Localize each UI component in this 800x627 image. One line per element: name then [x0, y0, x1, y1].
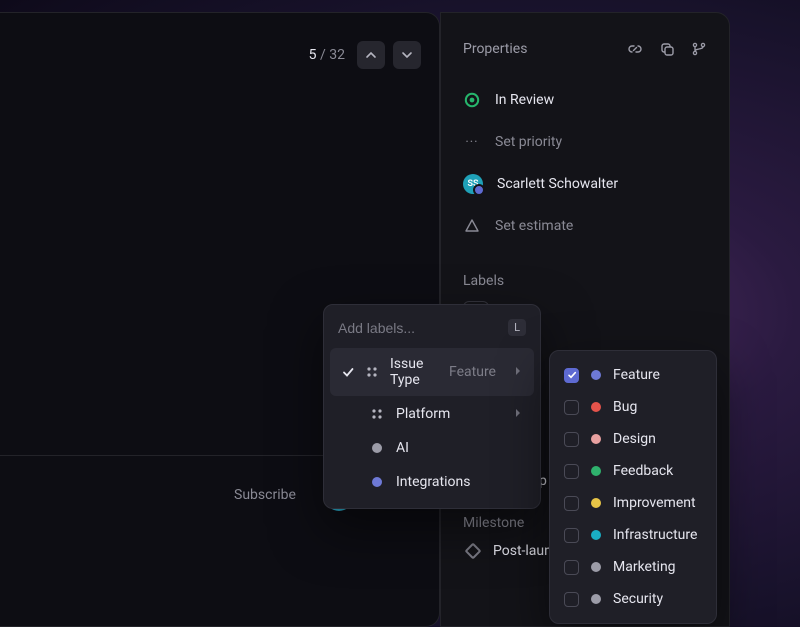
subtype-label: Marketing — [613, 559, 676, 575]
link-icon[interactable] — [627, 41, 643, 57]
color-dot-icon — [591, 466, 601, 476]
checkbox — [564, 560, 579, 575]
color-dot-icon — [591, 530, 601, 540]
status-label: In Review — [495, 92, 554, 108]
chevron-right-icon — [514, 406, 522, 422]
group-icon — [366, 366, 378, 378]
checkbox — [564, 592, 579, 607]
milestone-icon — [463, 545, 483, 557]
color-dot-icon — [591, 370, 601, 380]
label-selected-value: Feature — [449, 364, 496, 380]
subtype-label: Security — [613, 591, 663, 607]
priority-icon: ··· — [463, 133, 481, 151]
label-name: Platform — [396, 406, 450, 422]
chevron-right-icon — [514, 364, 522, 380]
labels-search-input[interactable] — [338, 320, 478, 336]
check-icon — [342, 366, 354, 378]
status-row[interactable]: In Review — [441, 79, 729, 121]
group-icon — [370, 408, 384, 420]
color-dot-icon — [591, 562, 601, 572]
label-option-platform[interactable]: Platform — [330, 398, 534, 430]
label-option-ai[interactable]: AI — [330, 432, 534, 464]
label-name: AI — [396, 440, 409, 456]
issue-pager: 5 / 32 — [309, 41, 421, 69]
checkbox — [564, 432, 579, 447]
chevron-up-icon — [365, 49, 377, 61]
checkbox — [564, 464, 579, 479]
priority-row[interactable]: ··· Set priority — [441, 121, 729, 163]
subtype-option[interactable]: Infrastructure — [550, 519, 716, 551]
assignee-avatar: SS — [463, 174, 483, 194]
subtype-option[interactable]: Improvement — [550, 487, 716, 519]
color-dot-icon — [591, 594, 601, 604]
subtype-label: Feedback — [613, 463, 673, 479]
pager-count: 5 / 32 — [309, 47, 345, 63]
subtype-option[interactable]: Feature — [550, 359, 716, 391]
checkbox — [564, 368, 579, 383]
estimate-row[interactable]: Set estimate — [441, 205, 729, 247]
subtype-option[interactable]: Feedback — [550, 455, 716, 487]
in-review-icon — [463, 91, 481, 109]
chevron-down-icon — [401, 49, 413, 61]
subtype-label: Bug — [613, 399, 637, 415]
copy-icon[interactable] — [659, 41, 675, 57]
assignee-row[interactable]: SS Scarlett Schowalter — [441, 163, 729, 205]
branch-icon[interactable] — [691, 41, 707, 57]
issue-type-submenu: Feature Bug Design Feedback Improvement Infra… — [549, 350, 717, 624]
subtype-label: Improvement — [613, 495, 696, 511]
pager-next-button[interactable] — [393, 41, 421, 69]
subtype-label: Infrastructure — [613, 527, 697, 543]
checkbox — [564, 528, 579, 543]
labels-shortcut-key: L — [508, 319, 526, 336]
subtype-option[interactable]: Bug — [550, 391, 716, 423]
assignee-name: Scarlett Schowalter — [497, 176, 618, 192]
color-dot-icon — [370, 443, 384, 453]
priority-label: Set priority — [495, 134, 562, 150]
subtype-option[interactable]: Design — [550, 423, 716, 455]
subscribe-button[interactable]: Subscribe — [234, 487, 296, 503]
label-option-integrations[interactable]: Integrations — [330, 466, 534, 498]
milestone-value: Post-laun — [493, 543, 552, 559]
pager-prev-button[interactable] — [357, 41, 385, 69]
check-icon — [567, 370, 577, 380]
color-dot-icon — [591, 402, 601, 412]
properties-title: Properties — [463, 41, 527, 57]
subtype-label: Design — [613, 431, 656, 447]
estimate-label: Set estimate — [495, 218, 573, 234]
estimate-icon — [463, 217, 481, 235]
color-dot-icon — [370, 477, 384, 487]
labels-popup: L Issue Type Feature Platform AI Integra… — [323, 304, 541, 509]
labels-section-title: Labels — [441, 273, 729, 289]
subtype-option[interactable]: Security — [550, 583, 716, 615]
subtype-label: Feature — [613, 367, 660, 383]
label-option-issue-type[interactable]: Issue Type Feature — [330, 348, 534, 396]
color-dot-icon — [591, 498, 601, 508]
label-name: Issue Type — [390, 356, 437, 388]
checkbox — [564, 400, 579, 415]
subtype-option[interactable]: Marketing — [550, 551, 716, 583]
label-name: Integrations — [396, 474, 470, 490]
checkbox — [564, 496, 579, 511]
color-dot-icon — [591, 434, 601, 444]
